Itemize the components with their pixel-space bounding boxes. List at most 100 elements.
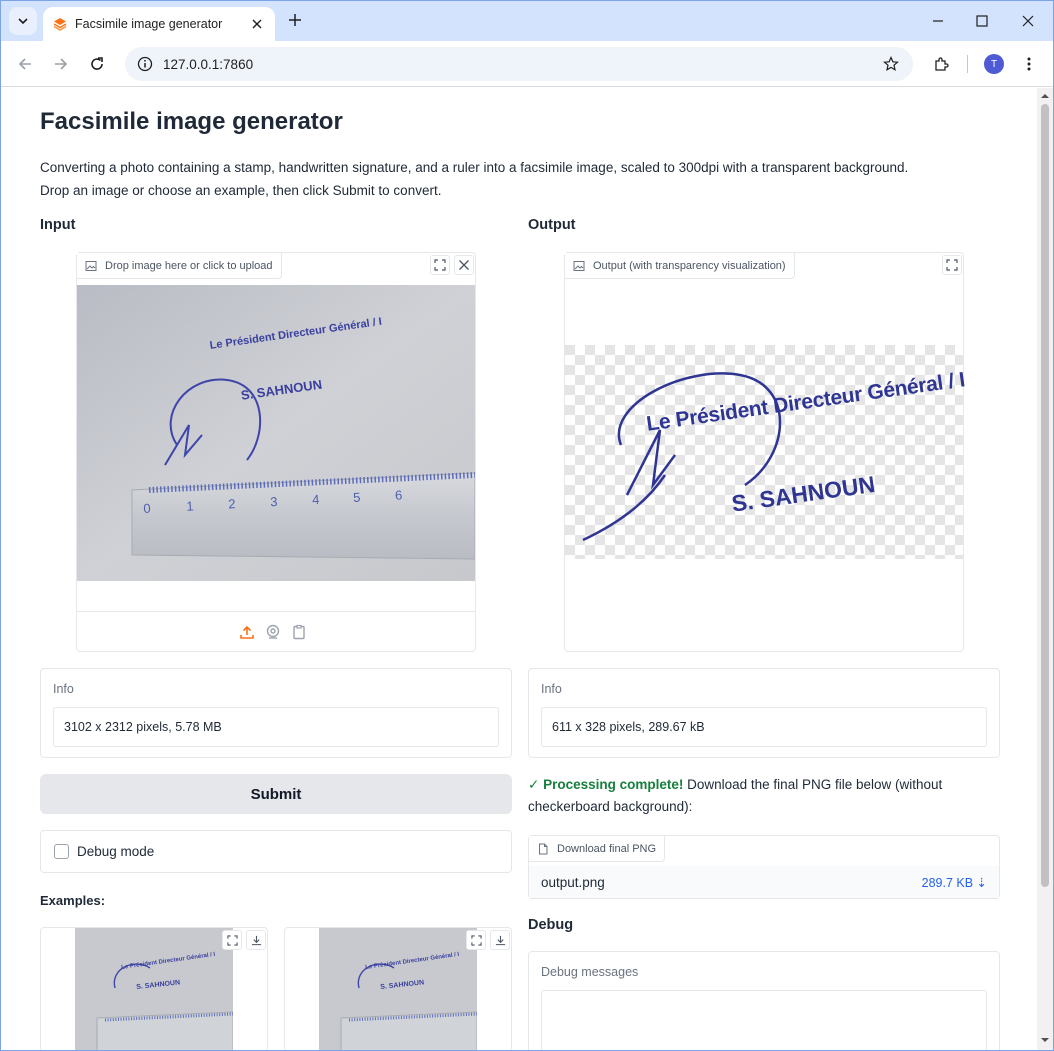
input-image-upload[interactable]: Drop image here or click to upload Le Pr… — [76, 252, 476, 652]
example-fullscreen-button[interactable] — [466, 930, 486, 950]
debug-messages-label: Debug messages — [541, 965, 639, 979]
output-info-textbox[interactable]: 611 x 328 pixels, 289.67 kB — [541, 707, 987, 747]
page-description: Converting a photo containing a stamp, h… — [40, 156, 908, 202]
output-image-panel: Output (with transparency visualization) — [564, 252, 966, 652]
scroll-up-icon[interactable] — [1041, 92, 1049, 100]
description-line-1: Converting a photo containing a stamp, h… — [40, 160, 909, 175]
page-content: Facsimile image generator Converting a p… — [1, 88, 1037, 1050]
example-download-button[interactable] — [246, 930, 266, 950]
download-icon — [251, 935, 261, 945]
ruler-number: 2 — [227, 496, 236, 512]
processing-complete-label: Processing complete! — [543, 777, 684, 792]
upload-badge: Drop image here or click to upload — [77, 253, 282, 279]
arrow-left-icon — [18, 58, 31, 70]
upload-badge-label: Drop image here or click to upload — [105, 259, 273, 272]
download-file-row[interactable]: output.png 289.7 KB ⇣ — [529, 866, 999, 898]
example-item[interactable]: Le Président Directeur Général / I S. SA… — [284, 927, 512, 1050]
processing-status: ✓ Processing complete! Download the fina… — [528, 774, 948, 818]
example-fullscreen-button[interactable] — [222, 930, 242, 950]
output-info-block: Info 611 x 328 pixels, 289.67 kB — [528, 668, 1000, 758]
scroll-down-icon[interactable] — [1041, 1036, 1049, 1044]
tab-close-icon[interactable] — [249, 16, 265, 32]
output-fullscreen-button[interactable] — [942, 255, 962, 275]
output-badge-label: Output (with transparency visualization) — [593, 259, 786, 272]
puzzle-icon — [935, 57, 949, 71]
input-info-textbox[interactable]: 3102 x 2312 pixels, 5.78 MB — [53, 707, 499, 747]
upload-divider — [77, 611, 475, 612]
input-section-label: Input — [40, 217, 76, 233]
ruler-number: 1 — [185, 498, 194, 514]
tab-title: Facsimile image generator — [75, 17, 223, 31]
example-thumbnail — [75, 928, 233, 1050]
examples-label: Examples: — [40, 893, 106, 908]
url-text: 127.0.0.1:7860 — [163, 56, 254, 72]
example-download-button[interactable] — [490, 930, 510, 950]
plus-icon — [289, 14, 301, 26]
input-info-block: Info 3102 x 2312 pixels, 5.78 MB — [40, 668, 512, 758]
reload-button[interactable] — [85, 52, 109, 76]
tab-strip: Facsimile image generator — [1, 1, 1053, 41]
bookmark-star-icon[interactable] — [883, 56, 899, 72]
maximize-button[interactable] — [959, 1, 1005, 41]
success-check-icon: ✓ — [528, 777, 540, 792]
close-icon — [459, 260, 469, 270]
debug-mode-label: Debug mode — [77, 844, 155, 859]
ruler-number: 0 — [143, 500, 152, 516]
file-icon — [539, 843, 548, 854]
upload-icon[interactable] — [239, 624, 255, 640]
tab-search-button[interactable] — [9, 7, 37, 35]
reload-icon — [91, 57, 103, 70]
debug-mode-checkbox[interactable] — [54, 844, 69, 859]
download-badge: Download final PNG — [529, 836, 666, 862]
file-name[interactable]: output.png — [541, 875, 605, 890]
page-title: Facsimile image generator — [40, 108, 343, 135]
minimize-button[interactable] — [915, 1, 961, 41]
submit-button[interactable]: Submit — [40, 774, 512, 814]
ruler-number: 4 — [311, 491, 320, 508]
page-scrollbar[interactable] — [1037, 88, 1053, 1050]
browser-menu-button[interactable] — [1017, 52, 1041, 76]
maximize-icon — [976, 15, 988, 27]
toolbar-divider — [967, 55, 968, 73]
fullscreen-icon — [434, 259, 446, 271]
debug-mode-row[interactable]: Debug mode — [40, 830, 512, 873]
clipboard-icon[interactable] — [291, 624, 307, 640]
debug-messages-block: Debug messages — [528, 951, 1000, 1050]
debug-messages-textarea[interactable] — [541, 990, 987, 1050]
input-photo — [77, 285, 475, 581]
example-item[interactable]: Le Président Directeur Général / I S. SA… — [40, 927, 268, 1050]
browser-toolbar: 127.0.0.1:7860 — [1, 41, 1053, 87]
image-icon — [85, 260, 97, 271]
ruler-number: 3 — [269, 493, 278, 510]
extensions-button[interactable] — [929, 52, 953, 76]
fullscreen-icon — [226, 934, 238, 946]
back-button[interactable] — [13, 52, 37, 76]
description-line-2: Drop an image or choose an example, then… — [40, 183, 442, 198]
download-badge-label: Download final PNG — [557, 842, 657, 855]
profile-avatar[interactable]: T — [984, 54, 1004, 74]
clear-image-button[interactable] — [454, 255, 474, 275]
browser-tab[interactable]: Facsimile image generator — [43, 7, 275, 41]
output-badge: Output (with transparency visualization) — [565, 253, 795, 279]
site-info-icon[interactable] — [137, 56, 153, 72]
arrow-right-icon — [55, 58, 68, 70]
new-tab-button[interactable] — [285, 10, 305, 30]
ruler-number: 5 — [352, 489, 361, 505]
more-vert-icon — [1027, 57, 1031, 71]
forward-button[interactable] — [49, 52, 73, 76]
image-icon — [573, 260, 585, 271]
output-section-label: Output — [528, 217, 576, 233]
file-size-download-link[interactable]: 289.7 KB ⇣ — [922, 875, 987, 890]
webcam-icon[interactable] — [265, 624, 281, 640]
download-icon — [495, 935, 505, 945]
close-window-button[interactable] — [1005, 1, 1051, 41]
scrollbar-thumb[interactable] — [1041, 104, 1049, 887]
address-bar[interactable]: 127.0.0.1:7860 — [125, 47, 913, 81]
example-thumbnail — [319, 928, 477, 1050]
fullscreen-button[interactable] — [430, 255, 450, 275]
upload-source-bar — [239, 624, 307, 640]
gradio-logo-icon — [53, 18, 67, 31]
fullscreen-icon — [470, 934, 482, 946]
input-info-label: Info — [53, 682, 74, 696]
input-ruler — [131, 472, 475, 560]
